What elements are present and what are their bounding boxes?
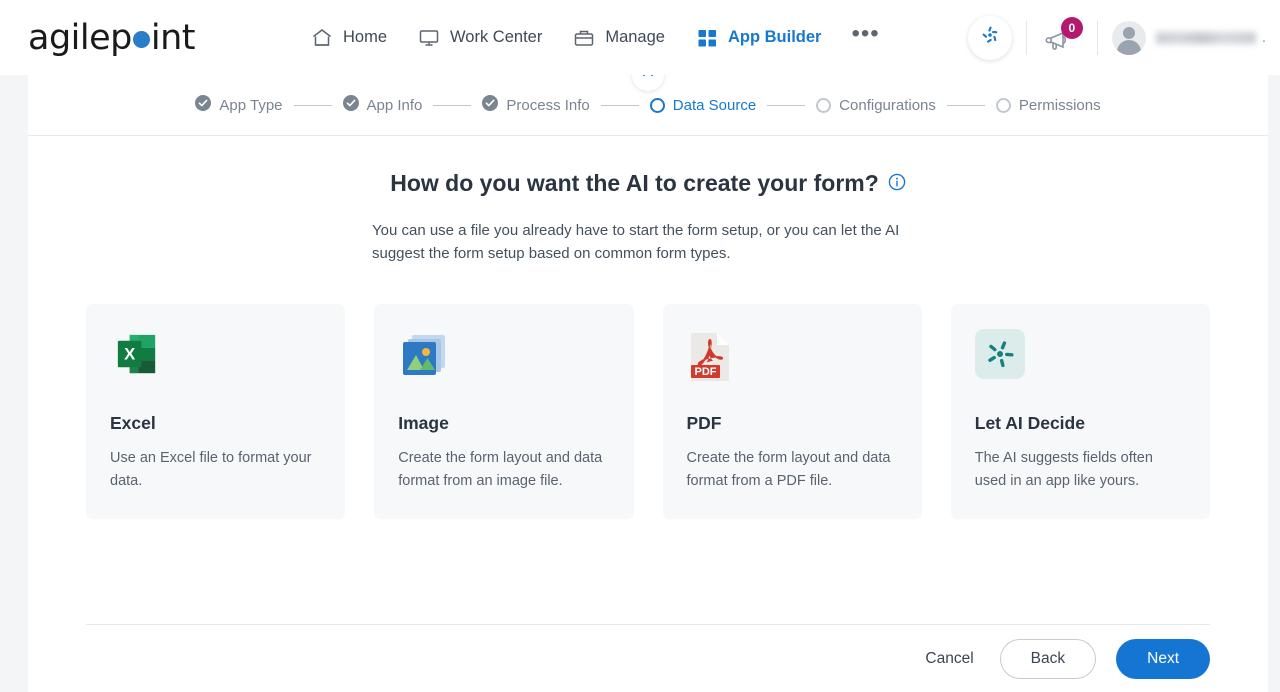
option-description-let-ai-decide: The AI suggests fields often used in an … (974, 450, 1153, 489)
step-connector-5 (946, 104, 985, 106)
step-label-configurations: Configurations (839, 96, 936, 114)
next-button[interactable]: Next (1116, 638, 1210, 679)
pdf-file-icon: PDF (687, 329, 898, 407)
page-canvas: App Type App Info Process Info Data Sour… (0, 59, 1280, 692)
info-circle-icon[interactable] (888, 170, 906, 197)
user-menu[interactable]: . (1111, 20, 1266, 55)
header-divider-2 (1096, 20, 1098, 55)
wizard-panel: App Type App Info Process Info Data Sour… (28, 59, 1268, 692)
image-file-icon (398, 329, 609, 407)
option-description-excel: Use an Excel file to format your data. (110, 450, 312, 489)
step-label-app-info: App Info (366, 96, 423, 114)
nav-item-home[interactable]: Home (310, 26, 387, 50)
nav-item-app-builder[interactable]: App Builder (695, 26, 822, 50)
logo-text-before: agilep (28, 17, 132, 58)
nav-item-work-center[interactable]: Work Center (417, 26, 542, 50)
option-card-let-ai-decide[interactable]: Let AI Decide The AI suggests fields oft… (950, 304, 1210, 519)
step-label-data-source: Data Source (672, 96, 757, 114)
announcements-badge: 0 (1060, 16, 1083, 39)
step-connector-4 (767, 104, 806, 106)
logo-text-after: int (150, 17, 196, 58)
step-connector-2 (433, 104, 472, 106)
header-divider-1 (1025, 20, 1027, 55)
step-permissions[interactable]: Permissions (995, 96, 1101, 114)
step-process-info[interactable]: Process Info (482, 95, 590, 115)
step-label-process-info: Process Info (506, 96, 590, 114)
check-circle-icon (195, 95, 212, 115)
home-icon (310, 26, 334, 50)
step-label-app-type: App Type (219, 96, 283, 114)
nav-item-manage[interactable]: Manage (572, 26, 665, 50)
nav-more-button[interactable]: ••• (851, 21, 879, 47)
page-title: How do you want the AI to create your fo… (390, 170, 879, 196)
nav-label-work-center: Work Center (450, 28, 543, 46)
app-header: agilep int Home Work Center Manage App B… (0, 0, 1280, 75)
step-data-source[interactable]: Data Source (649, 96, 757, 114)
page-title-row: How do you want the AI to create your fo… (86, 170, 1210, 197)
step-configurations[interactable]: Configurations (816, 97, 936, 114)
option-card-pdf[interactable]: PDF PDF Create the form layout and data … (662, 304, 922, 519)
page-description: You can use a file you already have to s… (372, 222, 900, 262)
option-card-image[interactable]: Image Create the form layout and data fo… (374, 304, 634, 519)
circle-outline-icon (816, 97, 832, 113)
back-button[interactable]: Back (999, 638, 1097, 679)
wizard-content: How do you want the AI to create your fo… (28, 170, 1268, 519)
data-source-options: X Excel Use an Excel file to format your… (86, 304, 1210, 519)
user-name-trailing: . (1261, 29, 1266, 46)
excel-file-icon: X (110, 329, 321, 407)
check-circle-icon (482, 95, 499, 115)
step-connector-3 (600, 104, 639, 106)
svg-text:X: X (124, 344, 135, 363)
option-title-excel: Excel (110, 413, 156, 433)
nav-label-home: Home (343, 28, 388, 46)
ai-pinwheel-icon (979, 24, 1001, 51)
grid-icon (695, 26, 719, 50)
circle-outline-icon (995, 97, 1011, 113)
step-app-type[interactable]: App Type (195, 95, 283, 115)
option-title-image: Image (398, 413, 449, 433)
main-navigation: Home Work Center Manage App Builder ••• (310, 21, 968, 50)
circle-outline-icon (649, 97, 665, 113)
option-title-let-ai-decide: Let AI Decide (974, 413, 1085, 433)
wizard-footer: Cancel Back Next (86, 624, 1210, 692)
step-app-info[interactable]: App Info (342, 95, 423, 115)
user-name-masked (1155, 31, 1256, 44)
cancel-button[interactable]: Cancel (919, 642, 979, 676)
user-avatar-icon (1111, 20, 1146, 55)
announcements-button[interactable]: 0 (1041, 16, 1083, 62)
nav-label-app-builder: App Builder (727, 28, 822, 46)
monitor-icon (417, 26, 441, 50)
nav-label-manage: Manage (605, 28, 665, 46)
option-description-pdf: Create the form layout and data format f… (686, 450, 891, 489)
logo-wordmark: agilep int (28, 17, 196, 58)
step-connector-1 (293, 104, 332, 106)
option-description-image: Create the form layout and data format f… (398, 450, 603, 489)
header-actions: 0 . (967, 15, 1280, 62)
option-title-pdf: PDF (686, 413, 722, 433)
brand-logo[interactable]: agilep int (0, 18, 310, 58)
option-card-excel[interactable]: X Excel Use an Excel file to format your… (86, 304, 346, 519)
step-label-permissions: Permissions (1018, 96, 1101, 114)
check-circle-icon (342, 95, 359, 115)
megaphone-icon (1041, 31, 1077, 62)
svg-text:PDF: PDF (694, 366, 716, 378)
ai-assistant-button[interactable] (967, 15, 1012, 60)
ai-pinwheel-icon (974, 329, 1186, 407)
briefcase-icon (572, 26, 596, 50)
logo-dot-icon (132, 30, 150, 48)
